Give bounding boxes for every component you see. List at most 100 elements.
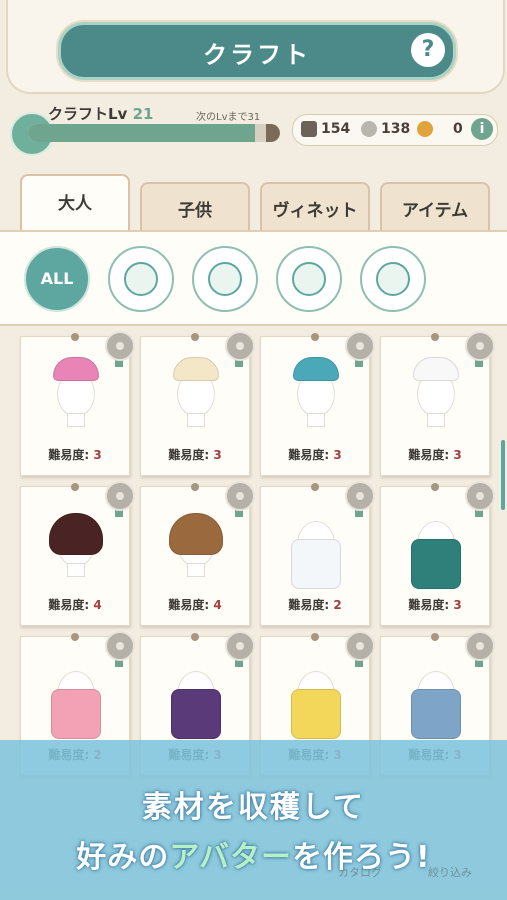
pin-icon — [71, 333, 79, 341]
level-progress-end — [266, 124, 280, 142]
scrollbar[interactable] — [501, 440, 505, 510]
difficulty-value: 3 — [93, 448, 102, 462]
filter-face-button[interactable] — [276, 246, 342, 312]
filter-mannequin-button[interactable] — [108, 246, 174, 312]
pin-icon — [191, 633, 199, 641]
mannequin-icon — [124, 262, 158, 296]
difficulty-label: 難易度: — [168, 598, 210, 612]
filter-bag-button[interactable] — [192, 246, 258, 312]
medal-icon — [225, 331, 255, 361]
pin-icon — [431, 633, 439, 641]
difficulty-label: 難易度: — [288, 448, 330, 462]
difficulty-text: 難易度: 3 — [141, 446, 249, 463]
item-card[interactable]: 難易度: 4 — [140, 481, 255, 626]
craft-level-value: 21 — [132, 105, 154, 123]
item-swatch — [291, 689, 341, 739]
item-swatch — [173, 357, 219, 381]
pin-icon — [191, 483, 199, 491]
filter-all-button[interactable]: ALL — [24, 246, 90, 312]
banner-text-b: を作ろう! — [292, 840, 431, 875]
difficulty-value: 2 — [333, 598, 342, 612]
pin-icon — [71, 633, 79, 641]
pin-icon — [431, 483, 439, 491]
gold-medal-count: 0 — [453, 121, 463, 137]
filter-sparkle-button[interactable] — [360, 246, 426, 312]
item-card[interactable]: 難易度: 2 — [260, 481, 375, 626]
item-card[interactable]: 難易度: 3 — [380, 331, 495, 476]
promo-banner: カタログ 絞り込み 素材を収穫して 好みのアバターを作ろう! — [0, 740, 507, 900]
item-card[interactable]: 難易度: 3 — [140, 331, 255, 476]
next-level-text: 次のLvまで31 — [196, 112, 261, 123]
banner-line-1: 素材を収穫して — [141, 790, 366, 825]
banner-accent: アバター — [169, 840, 293, 875]
gold-medal-icon — [417, 121, 433, 137]
item-card[interactable]: 難易度: 4 — [20, 481, 135, 626]
tab-item[interactable]: アイテム — [380, 182, 490, 236]
difficulty-value: 4 — [93, 598, 102, 612]
level-progress-fill — [28, 124, 255, 142]
item-swatch — [49, 513, 103, 555]
pin-icon — [191, 333, 199, 341]
sparkle-icon — [376, 262, 410, 296]
difficulty-text: 難易度: 3 — [381, 596, 489, 613]
difficulty-value: 3 — [213, 448, 222, 462]
pin-icon — [311, 483, 319, 491]
medal-icon — [465, 631, 495, 661]
difficulty-text: 難易度: 4 — [141, 596, 249, 613]
item-image — [405, 655, 465, 739]
difficulty-value: 4 — [213, 598, 222, 612]
pin-icon — [311, 333, 319, 341]
item-image — [165, 505, 225, 587]
item-image — [405, 355, 465, 437]
banner-text-a: 好みの — [76, 840, 170, 875]
mannequin-neck — [307, 413, 325, 427]
medal-icon — [465, 481, 495, 511]
tab-adult[interactable]: 大人 — [20, 174, 130, 234]
medal-icon — [345, 631, 375, 661]
info-button[interactable]: i — [471, 118, 493, 140]
difficulty-text: 難易度: 3 — [381, 446, 489, 463]
craft-level-label: クラフトLv 21 — [48, 103, 153, 124]
difficulty-value: 3 — [453, 598, 462, 612]
level-progress-bar — [28, 124, 280, 142]
difficulty-label: 難易度: — [48, 448, 90, 462]
medal-icon — [105, 331, 135, 361]
mannequin-neck — [427, 413, 445, 427]
item-image — [405, 505, 465, 589]
medal-icon — [345, 481, 375, 511]
item-image — [285, 505, 345, 589]
item-swatch — [411, 539, 461, 589]
help-button[interactable]: ? — [411, 33, 445, 67]
pin-icon — [71, 483, 79, 491]
bag-icon — [208, 262, 242, 296]
banner-line-2: 好みのアバターを作ろう! — [0, 832, 507, 876]
mannequin-neck — [187, 413, 205, 427]
item-swatch — [53, 357, 99, 381]
medal-icon — [105, 631, 135, 661]
item-image — [45, 355, 105, 437]
item-image — [285, 355, 345, 437]
tab-child[interactable]: 子供 — [140, 182, 250, 236]
tab-vignette[interactable]: ヴィネット — [260, 182, 370, 236]
mannequin-neck — [67, 413, 85, 427]
item-card[interactable]: 難易度: 3 — [380, 481, 495, 626]
item-image — [45, 655, 105, 739]
difficulty-text: 難易度: 3 — [261, 446, 369, 463]
item-swatch — [169, 513, 223, 555]
difficulty-label: 難易度: — [48, 598, 90, 612]
face-icon — [292, 262, 326, 296]
item-swatch — [171, 689, 221, 739]
craft-level-text: クラフトLv — [48, 105, 128, 123]
difficulty-label: 難易度: — [168, 448, 210, 462]
silver-medal-icon — [361, 121, 377, 137]
difficulty-label: 難易度: — [408, 598, 450, 612]
medal-icon — [225, 631, 255, 661]
medal-icon — [465, 331, 495, 361]
item-image — [45, 505, 105, 587]
item-card[interactable]: 難易度: 3 — [20, 331, 135, 476]
silver-medal-count: 138 — [381, 121, 411, 137]
item-card[interactable]: 難易度: 3 — [260, 331, 375, 476]
medal-icon — [345, 331, 375, 361]
medal-icon — [225, 481, 255, 511]
hammer-count: 154 — [321, 121, 351, 137]
